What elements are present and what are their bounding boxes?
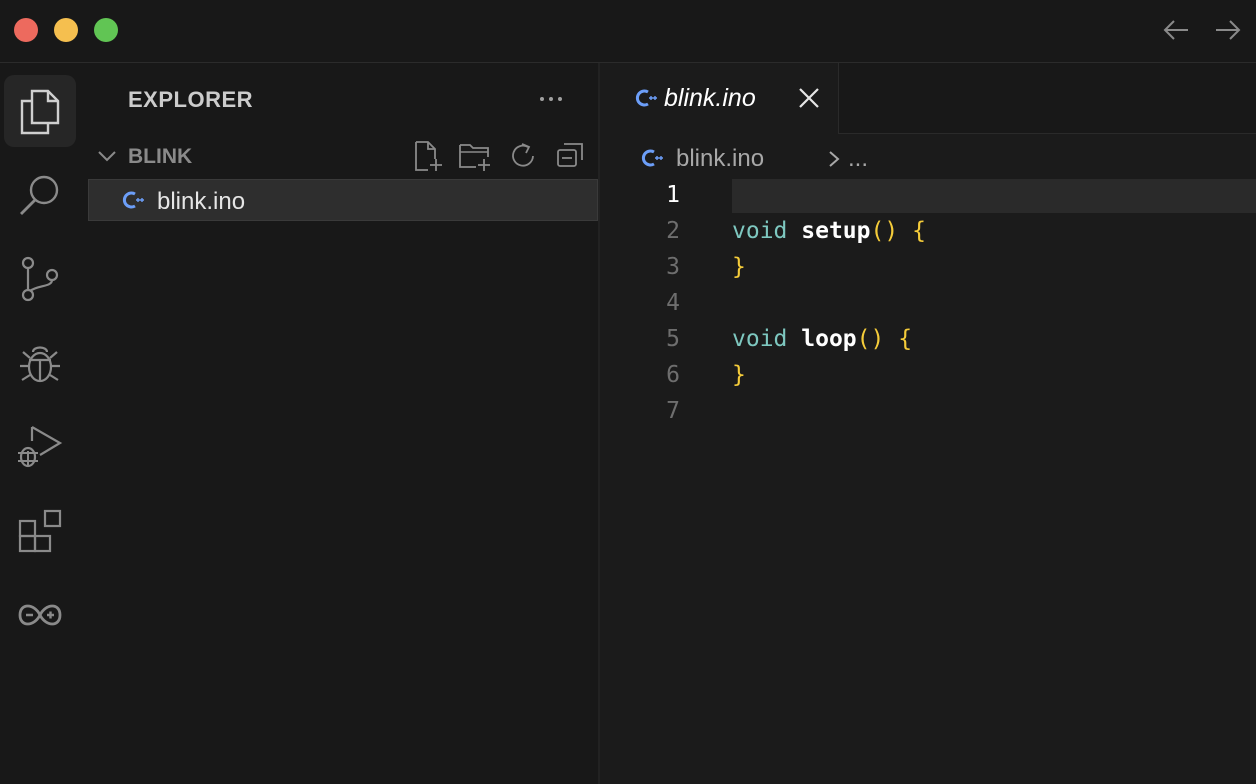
code-text: } — [732, 254, 746, 280]
cpp-file-icon — [635, 89, 657, 107]
folder-header[interactable]: BLINK — [88, 139, 598, 173]
run-debug-icon — [18, 426, 63, 468]
arrow-right-icon[interactable] — [1212, 14, 1244, 46]
code-text: void loop() { — [732, 326, 912, 352]
source-control-icon — [21, 256, 59, 302]
maximize-window-button[interactable] — [94, 18, 118, 42]
search-activity-button[interactable] — [4, 159, 76, 231]
tab-bar: blink.ino — [600, 63, 1256, 134]
code-token: { — [912, 218, 926, 244]
code-token: { — [898, 326, 913, 352]
code-token: setup — [801, 218, 871, 244]
code-editor[interactable]: 1 2 void setup() {3} 4 5 void loop() {6} 7 — [600, 178, 1256, 438]
tab-blink-ino[interactable]: blink.ino — [600, 63, 839, 134]
code-line[interactable]: 1 — [600, 178, 1256, 214]
code-line[interactable]: 5 void loop() { — [600, 322, 1256, 358]
code-line[interactable]: 7 — [600, 394, 1256, 430]
chevron-right-icon — [829, 151, 840, 167]
breadcrumb-file[interactable]: blink.ino — [676, 145, 764, 173]
ellipsis-icon[interactable] — [538, 89, 564, 109]
title-bar — [0, 0, 1256, 63]
line-number: 3 — [666, 254, 680, 280]
file-name: blink.ino — [157, 188, 246, 215]
explorer-activity-button[interactable] — [4, 75, 76, 147]
close-icon[interactable] — [796, 85, 822, 111]
code-text: void setup() { — [732, 218, 926, 244]
search-icon — [20, 175, 59, 215]
arduino-activity-button[interactable] — [4, 579, 76, 651]
extensions-activity-button[interactable] — [4, 495, 76, 567]
activity-bar — [0, 63, 80, 784]
line-number: 1 — [666, 182, 680, 208]
code-token: void — [732, 218, 788, 244]
breadcrumb-more[interactable]: ... — [848, 145, 868, 173]
bug-icon — [20, 346, 60, 383]
source-control-activity-button[interactable] — [4, 243, 76, 315]
code-token: void — [732, 326, 788, 352]
line-number: 6 — [666, 362, 680, 388]
code-line[interactable]: 6} — [600, 358, 1256, 394]
chevron-down-icon[interactable] — [96, 145, 118, 167]
breadcrumb: blink.ino ... — [640, 141, 1240, 173]
cpp-file-icon — [641, 149, 663, 167]
arrow-left-icon[interactable] — [1160, 14, 1192, 46]
refresh-icon[interactable] — [506, 139, 540, 173]
cpp-file-icon — [122, 191, 144, 209]
code-line[interactable]: 3} — [600, 250, 1256, 286]
extensions-icon — [18, 509, 62, 553]
code-line[interactable]: 4 — [600, 286, 1256, 322]
arduino-icon — [18, 604, 62, 626]
line-number: 2 — [666, 218, 680, 244]
code-token: () — [870, 218, 899, 244]
debug-activity-button[interactable] — [4, 327, 76, 399]
collapse-all-icon[interactable] — [554, 139, 588, 173]
code-token: loop — [801, 326, 857, 352]
code-line[interactable]: 2 void setup() { — [600, 214, 1256, 250]
explorer-title: EXPLORER — [128, 87, 254, 112]
close-window-button[interactable] — [14, 18, 38, 42]
minimize-window-button[interactable] — [54, 18, 78, 42]
code-token: () — [856, 326, 885, 352]
line-number: 4 — [666, 290, 680, 316]
new-folder-icon[interactable] — [458, 139, 492, 173]
run-debug-activity-button[interactable] — [4, 411, 76, 483]
code-text: } — [732, 362, 746, 388]
code-token: } — [732, 254, 746, 280]
editor-area: blink.ino blink.ino ... 1 2 void setup() {… — [600, 63, 1256, 784]
line-number: 5 — [666, 326, 680, 352]
new-file-icon[interactable] — [410, 139, 444, 173]
folder-name: BLINK — [128, 145, 193, 168]
tab-label: blink.ino — [664, 84, 756, 112]
code-token: } — [732, 362, 746, 388]
files-icon — [20, 89, 60, 135]
explorer-sidebar: EXPLORER BLINK blink.ino — [88, 63, 598, 784]
file-item-blink-ino[interactable]: blink.ino — [88, 179, 598, 221]
current-line-highlight — [732, 179, 1256, 213]
line-number: 7 — [666, 398, 680, 424]
